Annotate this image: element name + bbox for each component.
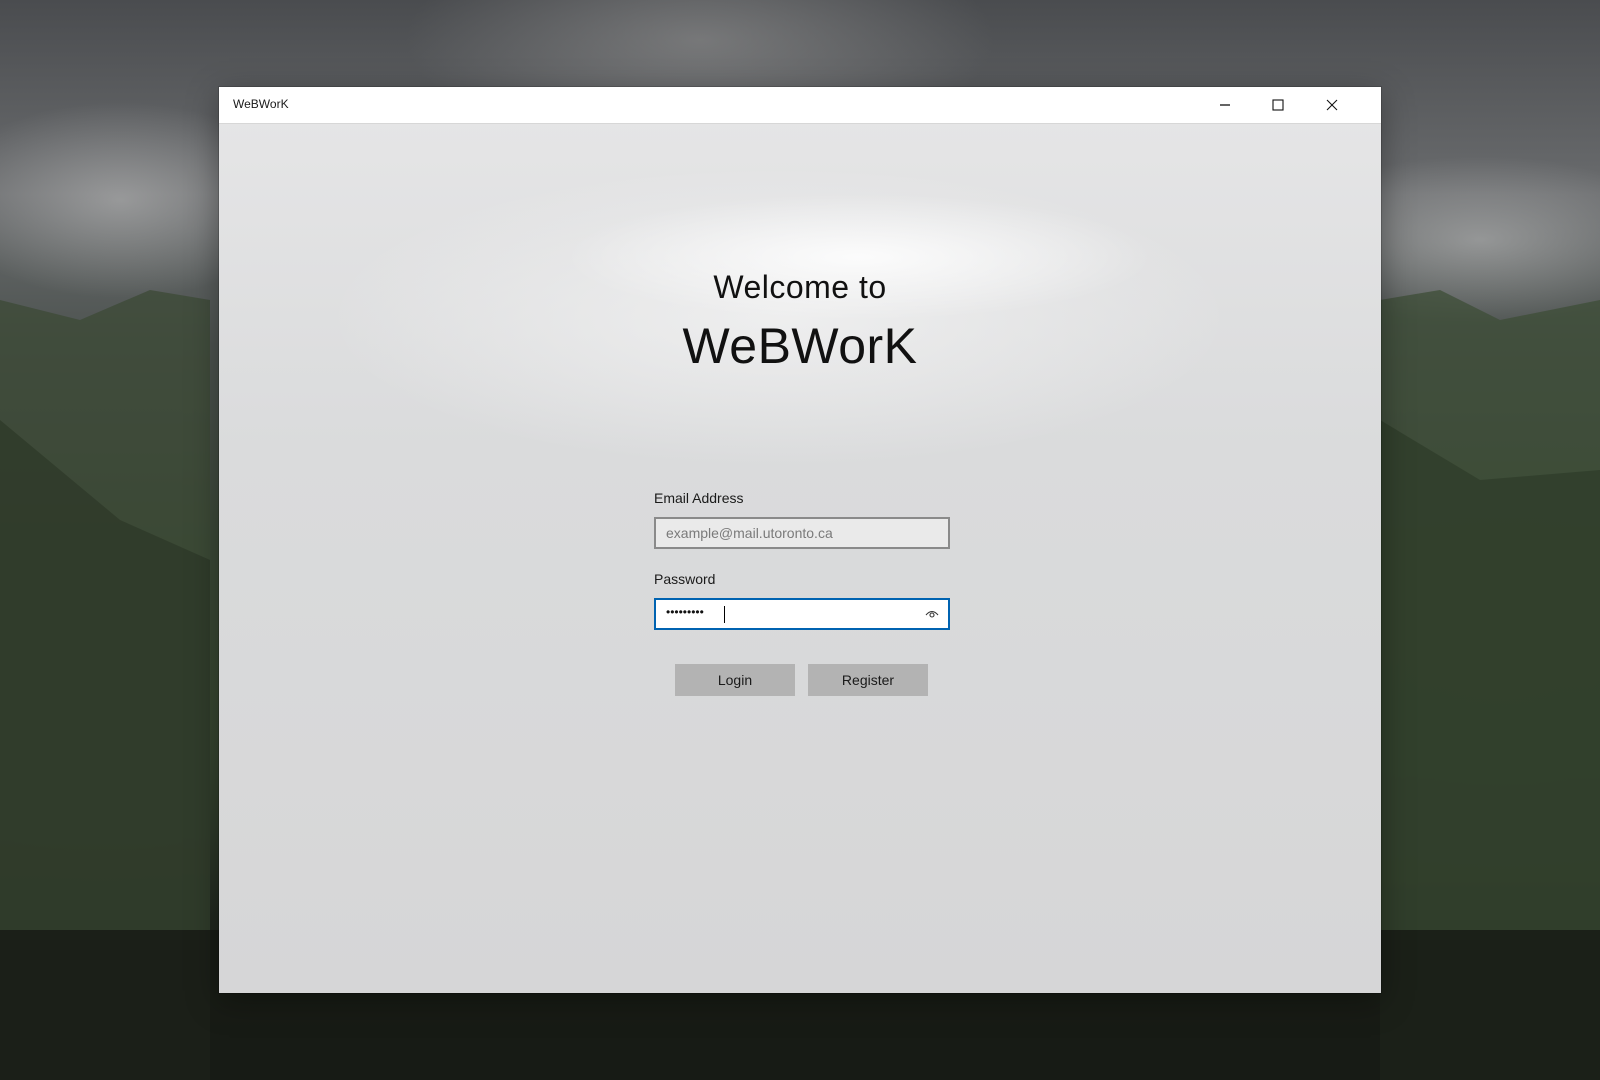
email-label: Email Address [654, 490, 744, 506]
maximize-button[interactable] [1252, 87, 1304, 123]
welcome-heading: Welcome to [713, 269, 887, 305]
close-button[interactable] [1306, 87, 1358, 123]
email-field[interactable] [654, 517, 950, 549]
desktop-background: WeBWorK Welcome to WeBWorK Email Address [0, 0, 1600, 1080]
password-field[interactable]: ••••••••• [654, 598, 950, 630]
minimize-button[interactable] [1199, 87, 1251, 123]
text-caret [724, 606, 725, 623]
maximize-icon [1272, 99, 1284, 111]
login-button[interactable]: Login [675, 664, 795, 696]
register-button[interactable]: Register [808, 664, 928, 696]
reveal-password-button[interactable] [920, 604, 944, 624]
minimize-icon [1220, 104, 1230, 106]
password-masked-value: ••••••••• [666, 605, 704, 619]
close-icon [1326, 99, 1338, 111]
password-label: Password [654, 571, 716, 587]
title-bar[interactable]: WeBWorK [219, 87, 1381, 124]
window-title: WeBWorK [233, 97, 289, 111]
app-name-heading: WeBWorK [682, 318, 918, 374]
app-window: WeBWorK Welcome to WeBWorK Email Address [219, 87, 1381, 993]
eye-icon [925, 610, 939, 618]
